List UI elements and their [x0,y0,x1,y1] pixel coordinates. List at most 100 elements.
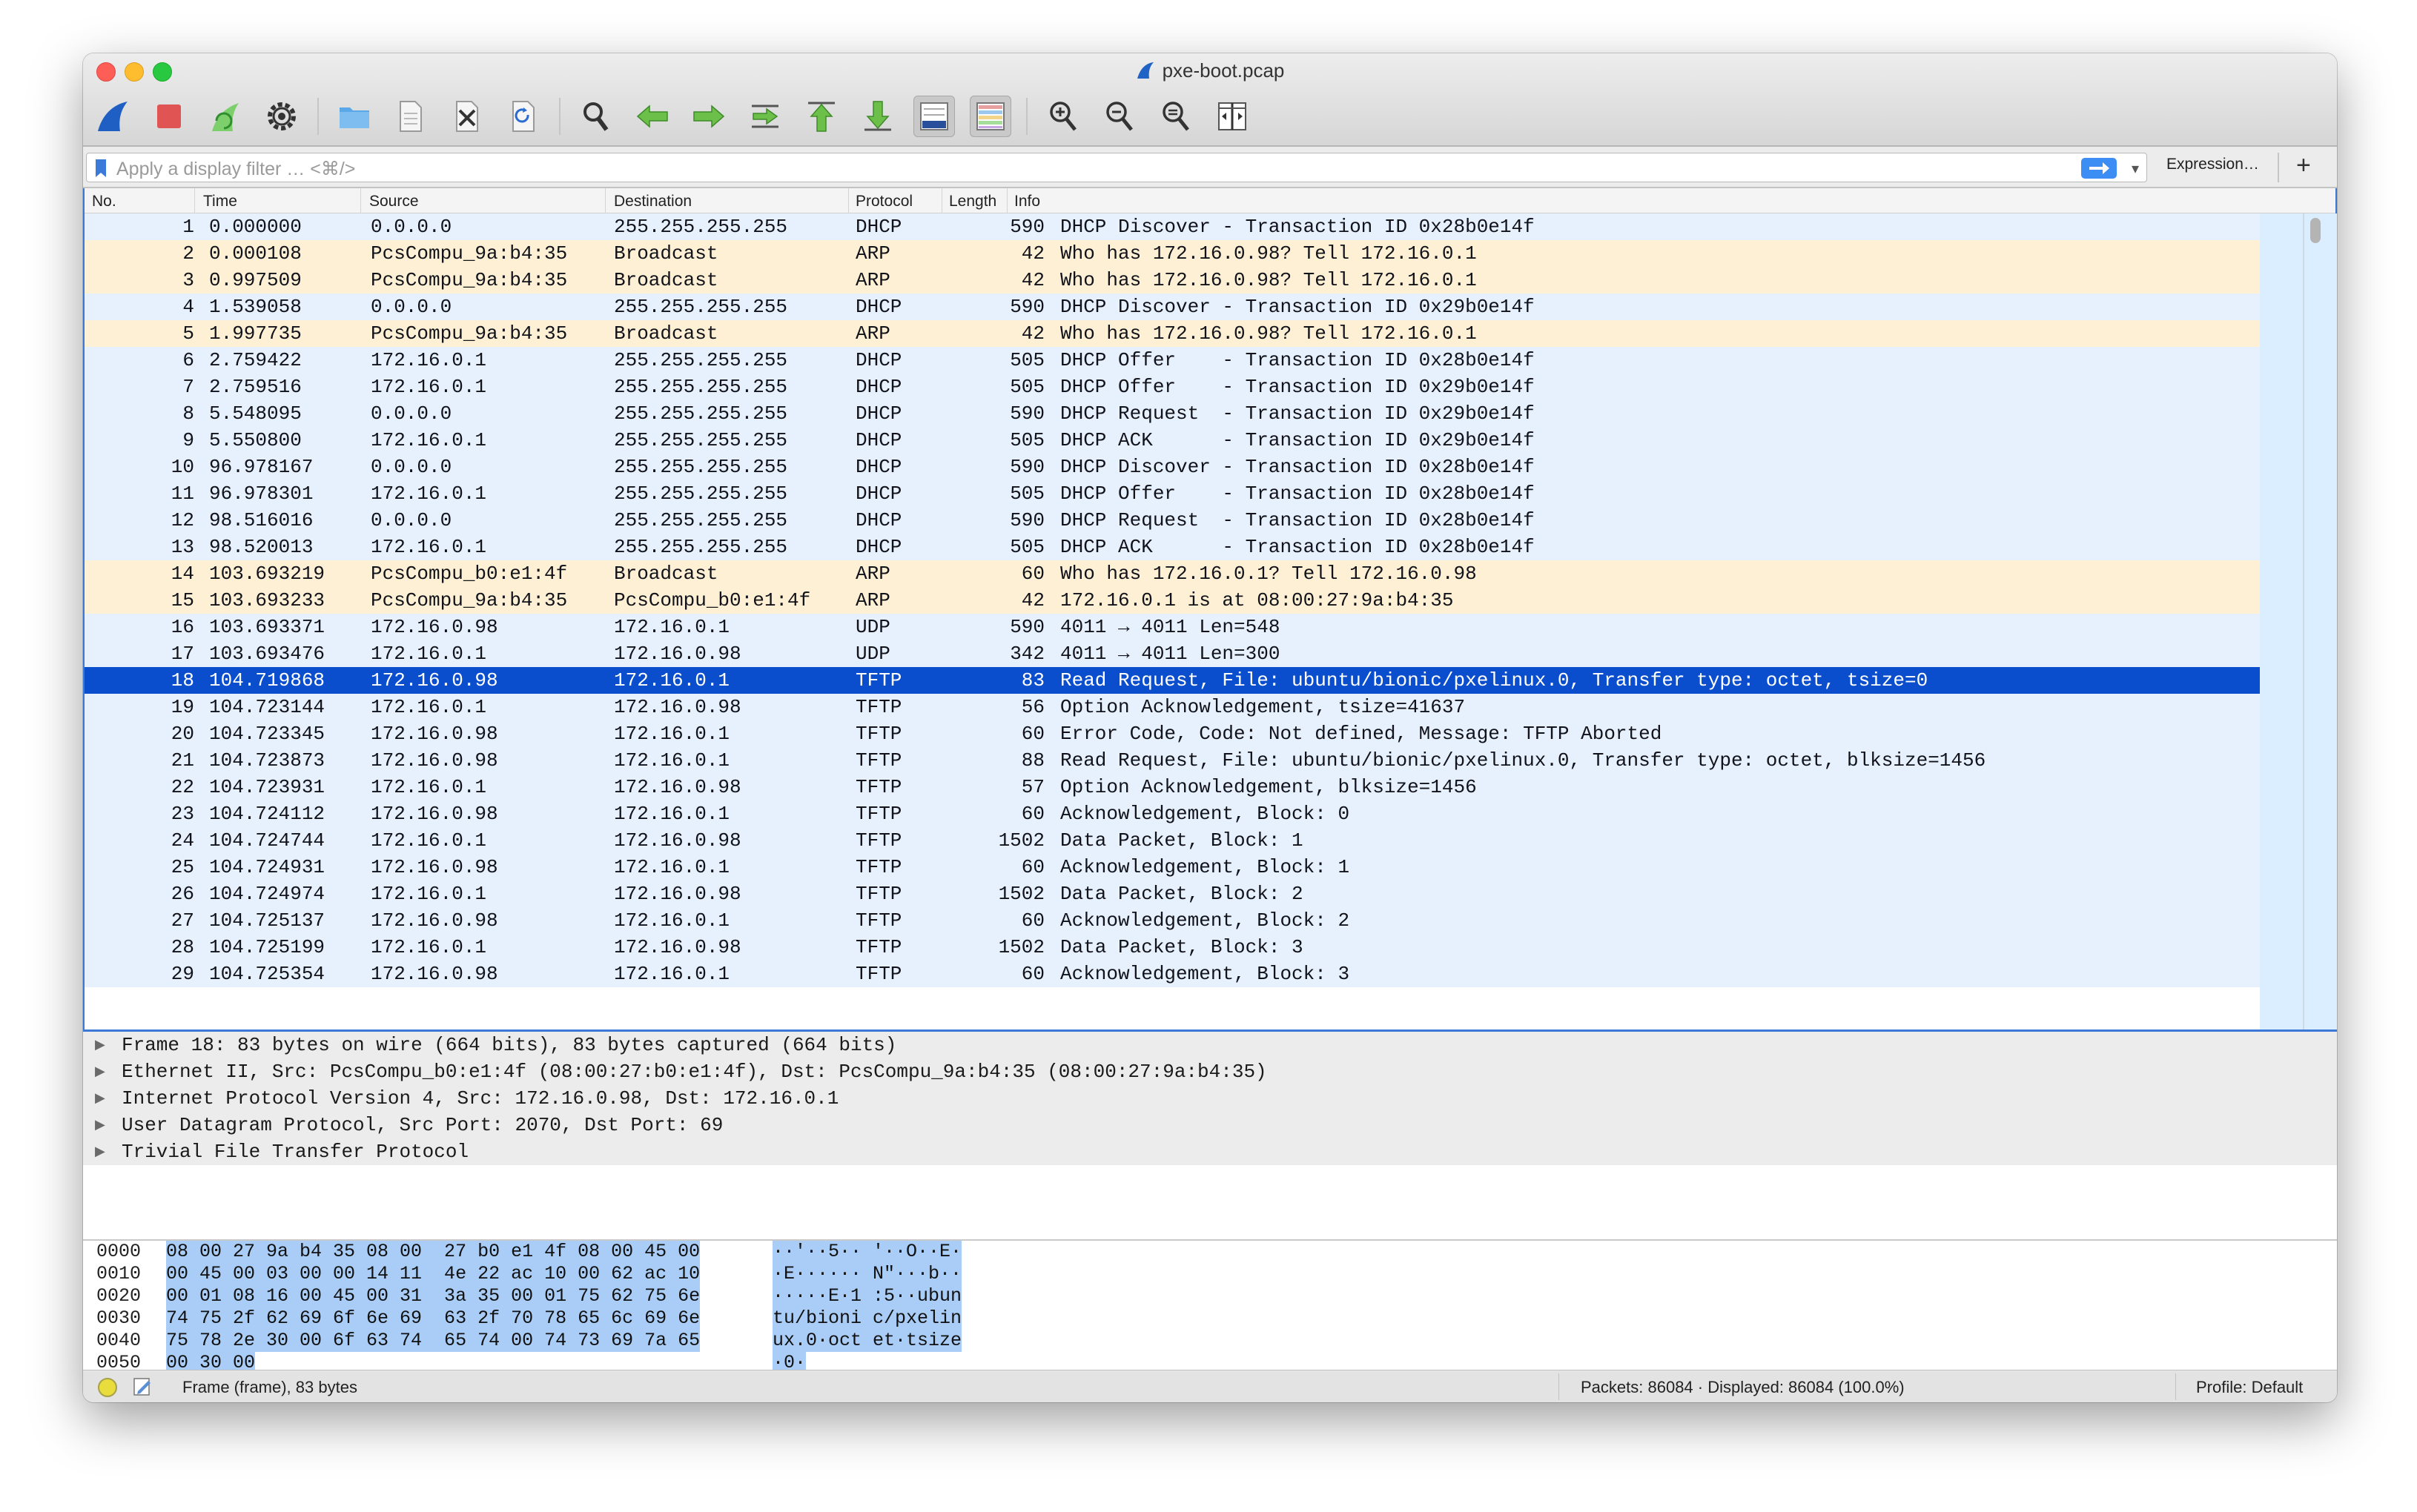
packet-row[interactable]: 8 5.548095 0.0.0.0 255.255.255.255 DHCP 590 DH… [85,400,2260,427]
packet-row[interactable]: 11 96.978301 172.16.0.1 255.255.255.255 DHCP… [85,480,2260,507]
packet-row[interactable]: 23 104.724112 172.16.0.98 172.16.0.1 TFTP 60 A… [85,800,2260,827]
packet-list-scrollbar[interactable] [2260,213,2337,1029]
packet-row[interactable]: 24 104.724744 172.16.0.1 172.16.0.98 TFTP 150… [85,827,2260,854]
open-file-button[interactable] [334,96,375,137]
packet-row[interactable]: 13 98.520013 172.16.0.1 255.255.255.255 DHCP… [85,534,2260,560]
column-divider[interactable] [605,188,606,213]
packet-row[interactable]: 10 96.978167 0.0.0.0 255.255.255.255 DHCP 590… [85,454,2260,480]
packet-row[interactable]: 18 104.719868 172.16.0.98 172.16.0.1 TFTP 83 R… [85,667,2260,694]
packet-row[interactable]: 17 103.693476 172.16.0.1 172.16.0.98 UDP 342 4… [85,640,2260,667]
go-forward-button[interactable] [688,96,730,137]
reload-file-button[interactable] [503,96,544,137]
go-back-button[interactable] [632,96,673,137]
status-profile-text[interactable]: Profile: Default [2196,1378,2303,1397]
zoom-in-button[interactable] [1042,96,1084,137]
hex-bytes[interactable]: 74 75 2f 62 69 6f 6e 69 63 2f 70 78 65 6… [166,1307,701,1330]
column-divider[interactable] [360,188,361,213]
packet-row[interactable]: 29 104.725354 172.16.0.98 172.16.0.1 TFTP 60 A… [85,961,2260,987]
hex-ascii[interactable]: ux.0·oct et·tsize [773,1330,962,1352]
go-first-button[interactable] [801,96,842,137]
packet-row[interactable]: 25 104.724931 172.16.0.98 172.16.0.1 TFTP 60 A… [85,854,2260,881]
expression-button[interactable]: Expression… [2166,156,2259,173]
detail-tree-item[interactable]: ▶ Frame 18: 83 bytes on wire (664 bits), … [83,1032,2337,1058]
packet-row[interactable]: 9 5.550800 172.16.0.1 255.255.255.255 DHCP 50… [85,427,2260,454]
hex-bytes[interactable]: 00 45 00 03 00 00 14 11 4e 22 ac 10 00 6… [166,1263,701,1285]
packet-row[interactable]: 6 2.759422 172.16.0.1 255.255.255.255 DHCP 50… [85,347,2260,374]
go-last-button[interactable] [857,96,899,137]
packet-row[interactable]: 28 104.725199 172.16.0.1 172.16.0.98 TFTP 150… [85,934,2260,961]
expand-triangle-icon[interactable]: ▶ [95,1085,105,1112]
hex-row: 0030 74 75 2f 62 69 6f 6e 69 63 2f 70 78 … [83,1307,2337,1330]
zoom-out-button[interactable] [1099,96,1140,137]
expand-triangle-icon[interactable]: ▶ [95,1112,105,1138]
bookmark-icon[interactable] [94,158,108,179]
column-header-source[interactable]: Source [369,193,419,210]
column-header-protocol[interactable]: Protocol [856,193,913,210]
packet-row[interactable]: 14 103.693219 PcsCompu_b0:e1:4f Broadcast AR… [85,560,2260,587]
hex-bytes[interactable]: 00 01 08 16 00 45 00 31 3a 35 00 01 75 6… [166,1285,701,1307]
packet-row[interactable]: 3 0.997509 PcsCompu_9a:b4:35 Broadcast ARP 42… [85,267,2260,294]
packet-row[interactable]: 19 104.723144 172.16.0.1 172.16.0.98 TFTP 56 O… [85,694,2260,720]
packet-row[interactable]: 21 104.723873 172.16.0.98 172.16.0.1 TFTP 88 R… [85,747,2260,774]
packet-row[interactable]: 26 104.724974 172.16.0.1 172.16.0.98 TFTP 150… [85,881,2260,907]
hex-ascii[interactable]: ··'··5·· '··O··E· [773,1241,962,1263]
add-filter-button[interactable]: + [2296,151,2311,180]
apply-filter-button[interactable] [2081,158,2117,179]
display-filter-input[interactable]: Apply a display filter … <⌘/> ▾ [86,153,2147,182]
go-to-packet-button[interactable] [744,96,786,137]
expand-triangle-icon[interactable]: ▶ [95,1058,105,1085]
hex-ascii[interactable]: ·····E·1 :5··ubun [773,1285,962,1307]
packet-row[interactable]: 20 104.723345 172.16.0.98 172.16.0.1 TFTP 60 E… [85,720,2260,747]
column-header-length[interactable]: Length [949,193,996,210]
packet-cell-info: DHCP Offer - Transaction ID 0x28b0e14f [1060,349,1535,371]
packet-cell-len: 42 [1021,269,1045,291]
stop-capture-button[interactable] [148,96,190,137]
expand-triangle-icon[interactable]: ▶ [95,1138,105,1165]
packet-row[interactable]: 4 1.539058 0.0.0.0 255.255.255.255 DHCP 590 DH… [85,294,2260,320]
restart-capture-button[interactable] [205,96,246,137]
capture-options-button[interactable] [261,96,302,137]
capture-comment-icon[interactable] [132,1376,153,1397]
packet-row[interactable]: 27 104.725137 172.16.0.98 172.16.0.1 TFTP 60 A… [85,907,2260,934]
save-file-button[interactable] [390,96,432,137]
packet-row[interactable]: 7 2.759516 172.16.0.1 255.255.255.255 DHCP 50… [85,374,2260,400]
packet-row[interactable]: 12 98.516016 0.0.0.0 255.255.255.255 DHCP 590… [85,507,2260,534]
title-bar: pxe-boot.pcap [83,53,2337,147]
resize-columns-button[interactable] [1211,96,1253,137]
column-header-time[interactable]: Time [203,193,237,210]
start-capture-button[interactable] [92,96,133,137]
filter-history-chevron-down-icon[interactable]: ▾ [2132,159,2139,178]
normal-size-button[interactable] [1155,96,1197,137]
hex-ascii[interactable]: ·E······ N"···b·· [773,1263,962,1285]
packet-cell-len: 60 [1021,909,1045,932]
column-divider[interactable] [1007,188,1008,213]
find-packet-button[interactable] [575,96,617,137]
hex-ascii[interactable]: tu/bioni c/pxelin [773,1307,962,1330]
packet-row[interactable]: 15 103.693233 PcsCompu_9a:b4:35 PcsCompu_b0… [85,587,2260,614]
column-divider[interactable] [194,188,195,213]
expand-triangle-icon[interactable]: ▶ [95,1032,105,1058]
column-header-no[interactable]: No. [92,193,116,210]
packet-row[interactable]: 16 103.693371 172.16.0.98 172.16.0.1 UDP 590 4… [85,614,2260,640]
hex-bytes[interactable]: 75 78 2e 30 00 6f 63 74 65 74 00 74 73 6… [166,1330,701,1352]
autoscroll-button[interactable] [913,96,955,137]
detail-tree-item[interactable]: ▶ Trivial File Transfer Protocol [83,1138,2337,1165]
expert-info-led-icon[interactable] [98,1378,117,1397]
colorize-button[interactable] [970,96,1011,137]
packet-row[interactable]: 2 0.000108 PcsCompu_9a:b4:35 Broadcast ARP 42… [85,240,2260,267]
packet-row[interactable]: 5 1.997735 PcsCompu_9a:b4:35 Broadcast ARP 42… [85,320,2260,347]
detail-tree-item[interactable]: ▶ Internet Protocol Version 4, Src: 172.1… [83,1085,2337,1112]
hex-bytes[interactable]: 08 00 27 9a b4 35 08 00 27 b0 e1 4f 08 0… [166,1241,701,1263]
detail-tree-item[interactable]: ▶ User Datagram Protocol, Src Port: 2070,… [83,1112,2337,1138]
packet-row[interactable]: 1 0.000000 0.0.0.0 255.255.255.255 DHCP 590 DH… [85,213,2260,240]
detail-tree-item[interactable]: ▶ Ethernet II, Src: PcsCompu_b0:e1:4f (08… [83,1058,2337,1085]
close-file-button[interactable] [446,96,488,137]
packet-cell-proto: ARP [856,322,890,345]
column-header-destination[interactable]: Destination [614,193,692,210]
scrollbar-thumb[interactable] [2310,218,2321,243]
packet-row[interactable]: 22 104.723931 172.16.0.1 172.16.0.98 TFTP 57 O… [85,774,2260,800]
packet-cell-time: 5.548095 [209,402,302,425]
column-divider[interactable] [848,188,849,213]
column-header-info[interactable]: Info [1014,193,1040,210]
packet-cell-time: 104.724744 [209,829,325,852]
